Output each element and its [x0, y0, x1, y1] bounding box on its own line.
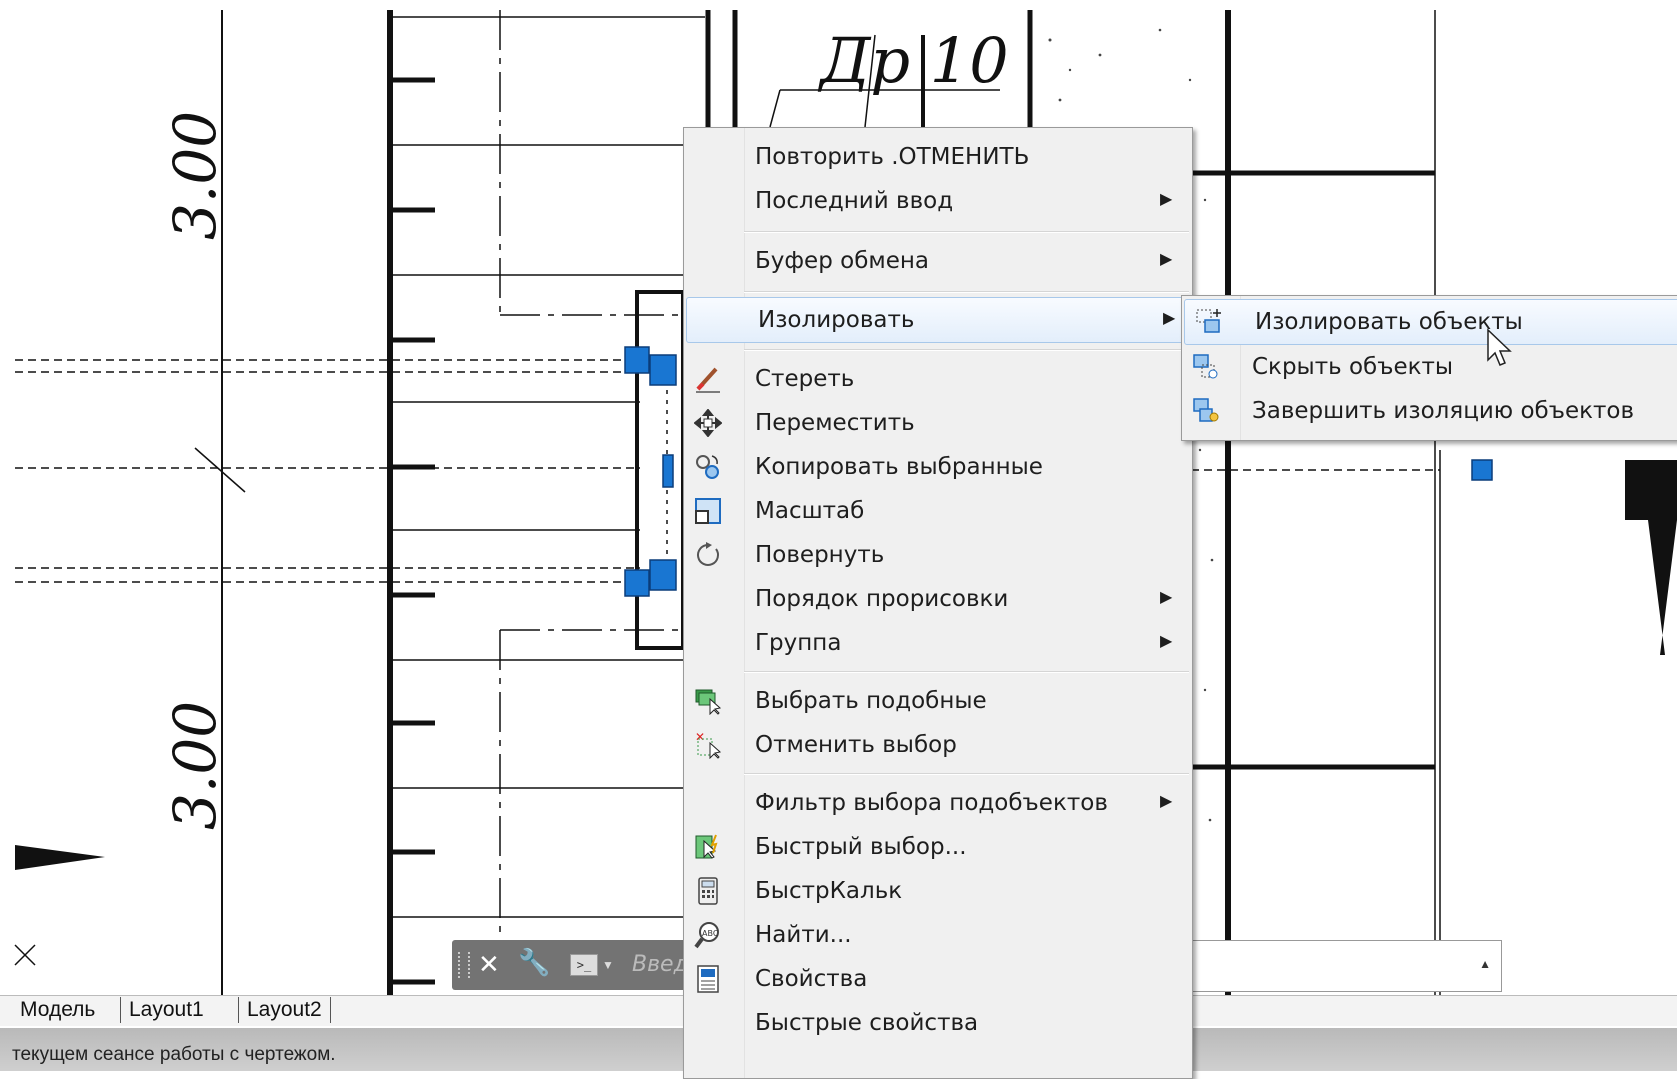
wrench-icon[interactable]: 🔧	[518, 948, 550, 978]
menu-item-label: Копировать выбранные	[755, 454, 1043, 480]
scale-icon	[695, 498, 721, 524]
command-input[interactable]: Введ	[632, 952, 689, 977]
tab-layout1[interactable]: Layout1	[120, 997, 212, 1023]
copy-icon	[696, 455, 719, 479]
menu-item-quick-select[interactable]: Быстрый выбор...	[684, 825, 1192, 869]
submenu-arrow-icon: ▶	[1160, 587, 1173, 606]
submenu-item-hide-objects[interactable]: Скрыть объекты	[1182, 345, 1677, 389]
menu-item-label: Группа	[755, 630, 842, 656]
svg-text:✕: ✕	[695, 731, 705, 744]
submenu-arrow-icon: ▶	[1160, 189, 1173, 208]
menu-item-clipboard[interactable]: Буфер обмена ▶	[684, 239, 1192, 283]
menu-item-label: БыстрКальк	[755, 878, 903, 904]
menu-item-label: Стереть	[755, 366, 855, 392]
menu-item-label: Быстрый выбор...	[755, 834, 967, 860]
submenu-arrow-icon: ▶	[1160, 249, 1173, 268]
end-isolation-icon	[1193, 398, 1219, 422]
properties-icon	[697, 965, 719, 993]
menu-item-repeat-undo[interactable]: Повторить .ОТМЕНИТЬ	[684, 135, 1192, 179]
submenu-item-isolate-objects[interactable]: Изолировать объекты	[1184, 299, 1677, 345]
menu-separator	[744, 773, 1189, 775]
submenu-arrow-icon: ▶	[1160, 791, 1173, 810]
submenu-arrow-icon: ▶	[1163, 308, 1176, 327]
menu-separator	[744, 231, 1189, 233]
menu-separator	[744, 671, 1189, 673]
dimension-label-top: 3.00	[161, 111, 229, 240]
context-menu: Повторить .ОТМЕНИТЬ Последний ввод ▶ Буфе…	[683, 127, 1193, 1079]
quick-select-icon	[695, 834, 718, 859]
dimension-label-bottom: 3.00	[161, 701, 229, 830]
menu-item-properties[interactable]: Свойства	[684, 957, 1192, 1001]
menu-item-copy-selection[interactable]: Копировать выбранные	[684, 445, 1192, 489]
menu-item-find[interactable]: ABC Найти...	[684, 913, 1192, 957]
menu-item-label: Выбрать подобные	[755, 688, 987, 714]
menu-item-select-similar[interactable]: Выбрать подобные	[684, 679, 1192, 723]
find-icon: ABC	[694, 922, 719, 949]
grip-handle-icon[interactable]	[458, 952, 470, 978]
tab-layout2[interactable]: Layout2	[238, 997, 331, 1023]
close-icon[interactable]: ✕	[478, 950, 500, 980]
deselect-icon: ✕	[695, 731, 722, 759]
command-history-box[interactable]: ▲	[1192, 940, 1502, 992]
menu-item-deselect[interactable]: ✕ Отменить выбор	[684, 723, 1192, 767]
select-similar-icon	[695, 689, 722, 715]
menu-item-recent-input[interactable]: Последний ввод ▶	[684, 179, 1192, 223]
menu-item-rotate[interactable]: Повернуть	[684, 533, 1192, 577]
move-icon	[694, 409, 722, 437]
menu-item-label: Найти...	[755, 922, 852, 948]
menu-item-erase[interactable]: Стереть	[684, 357, 1192, 401]
submenu-item-end-isolation[interactable]: Завершить изоляцию объектов	[1182, 389, 1677, 433]
menu-item-label: Последний ввод	[755, 188, 954, 214]
calculator-icon	[698, 877, 718, 905]
status-text: текущем сеансе работы с чертежом.	[12, 1044, 336, 1065]
rotate-icon	[697, 542, 719, 566]
menu-item-quickcalc[interactable]: БыстрКальк	[684, 869, 1192, 913]
hide-objects-icon	[1193, 354, 1218, 379]
menu-item-quick-properties[interactable]: Быстрые свойства	[684, 1001, 1192, 1045]
menu-item-label: Порядок прорисовки	[755, 586, 1009, 612]
menu-separator	[744, 291, 1189, 293]
menu-item-label: Свойства	[755, 966, 868, 992]
menu-item-group[interactable]: Группа ▶	[684, 621, 1192, 665]
menu-item-label: Повторить .ОТМЕНИТЬ	[755, 144, 1030, 170]
submenu-item-label: Завершить изоляцию объектов	[1252, 398, 1635, 424]
menu-item-label: Отменить выбор	[755, 732, 957, 758]
erase-icon	[696, 367, 720, 393]
menu-item-scale[interactable]: Масштаб	[684, 489, 1192, 533]
isolate-objects-icon	[1196, 309, 1221, 333]
isolate-submenu: Изолировать объекты Скрыть объекты Завер…	[1181, 295, 1677, 441]
menu-item-move[interactable]: Переместить	[684, 401, 1192, 445]
menu-item-label: Буфер обмена	[755, 248, 930, 274]
submenu-item-label: Изолировать объекты	[1255, 309, 1523, 335]
command-prompt-icon[interactable]: >_	[570, 954, 598, 976]
submenu-arrow-icon: ▶	[1160, 631, 1173, 650]
room-label: Др 10	[817, 24, 1009, 97]
menu-item-label: Изолировать	[758, 307, 915, 333]
menu-item-label: Масштаб	[755, 498, 865, 524]
mouse-cursor-icon	[1487, 328, 1512, 366]
submenu-item-label: Скрыть объекты	[1252, 354, 1454, 380]
svg-text:ABC: ABC	[702, 929, 719, 938]
menu-separator	[744, 349, 1189, 351]
menu-item-isolate[interactable]: Изолировать ▶	[686, 297, 1190, 343]
tab-model[interactable]: Модель	[12, 997, 103, 1023]
chevron-down-icon[interactable]: ▼	[602, 958, 614, 972]
menu-item-label: Фильтр выбора подобъектов	[755, 790, 1108, 816]
menu-item-label: Быстрые свойства	[755, 1010, 979, 1036]
menu-item-label: Повернуть	[755, 542, 885, 568]
menu-item-draw-order[interactable]: Порядок прорисовки ▶	[684, 577, 1192, 621]
chevron-up-icon[interactable]: ▲	[1479, 957, 1491, 971]
menu-item-subobject-filter[interactable]: Фильтр выбора подобъектов ▶	[684, 781, 1192, 825]
menu-item-label: Переместить	[755, 410, 915, 436]
